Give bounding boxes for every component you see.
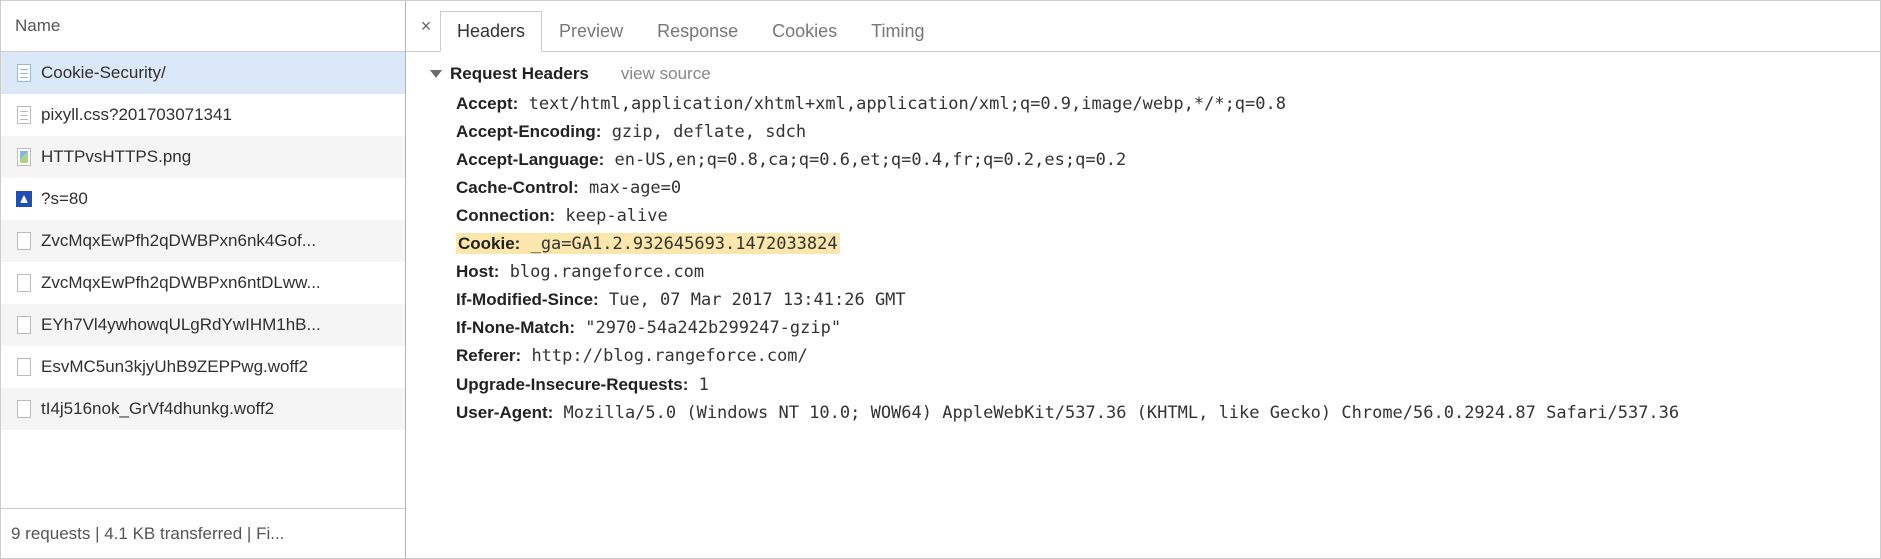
request-row[interactable]: HTTPvsHTTPS.png bbox=[1, 136, 405, 178]
header-value: "2970-54a242b299247-gzip" bbox=[575, 318, 841, 338]
tab-response[interactable]: Response bbox=[640, 11, 755, 52]
header-name: User-Agent: bbox=[456, 403, 553, 422]
header-line: User-Agent: Mozilla/5.0 (Windows NT 10.0… bbox=[456, 399, 1874, 427]
avatar-icon bbox=[15, 190, 33, 208]
header-value: Mozilla/5.0 (Windows NT 10.0; WOW64) App… bbox=[553, 403, 1679, 423]
header-line: Accept-Language: en-US,en;q=0.8,ca;q=0.6… bbox=[456, 146, 1874, 174]
header-line: Host: blog.rangeforce.com bbox=[456, 258, 1874, 286]
request-row[interactable]: EYh7Vl4ywhowqULgRdYwIHM1hB... bbox=[1, 304, 405, 346]
header-line: Cookie: _ga=GA1.2.932645693.1472033824 bbox=[456, 230, 1874, 258]
header-value: keep-alive bbox=[555, 206, 668, 226]
header-name: If-Modified-Since: bbox=[456, 290, 599, 309]
blank-icon bbox=[15, 358, 33, 376]
request-name: EYh7Vl4ywhowqULgRdYwIHM1hB... bbox=[41, 315, 321, 335]
name-column-label: Name bbox=[15, 16, 60, 36]
details-tabs: × HeadersPreviewResponseCookiesTiming bbox=[406, 1, 1880, 52]
header-name: Cookie: bbox=[458, 234, 520, 253]
requests-summary: 9 requests | 4.1 KB transferred | Fi... bbox=[11, 524, 284, 544]
section-title: Request Headers bbox=[450, 60, 589, 88]
header-value: _ga=GA1.2.932645693.1472033824 bbox=[520, 234, 837, 254]
close-glyph: × bbox=[421, 16, 432, 37]
header-value: en-US,en;q=0.8,ca;q=0.6,et;q=0.4,fr;q=0.… bbox=[604, 150, 1126, 170]
headers-list: Accept: text/html,application/xhtml+xml,… bbox=[430, 90, 1874, 427]
header-line: If-Modified-Since: Tue, 07 Mar 2017 13:4… bbox=[456, 286, 1874, 314]
request-row[interactable]: ZvcMqxEwPfh2qDWBPxn6ntDLww... bbox=[1, 262, 405, 304]
request-name: tI4j516nok_GrVf4dhunkg.woff2 bbox=[41, 399, 274, 419]
headers-pane[interactable]: Request Headers view source Accept: text… bbox=[406, 52, 1880, 558]
css-icon bbox=[15, 106, 33, 124]
request-row[interactable]: EsvMC5un3kjyUhB9ZEPPwg.woff2 bbox=[1, 346, 405, 388]
chevron-down-icon[interactable] bbox=[430, 70, 442, 78]
requests-panel: Name Cookie-Security/pixyll.css?20170307… bbox=[1, 1, 406, 558]
requests-column-header[interactable]: Name bbox=[1, 1, 405, 52]
header-value: blog.rangeforce.com bbox=[499, 262, 704, 282]
header-name: Upgrade-Insecure-Requests: bbox=[456, 375, 688, 394]
tab-timing[interactable]: Timing bbox=[854, 11, 941, 52]
request-name: HTTPvsHTTPS.png bbox=[41, 147, 191, 167]
header-value: gzip, deflate, sdch bbox=[601, 122, 806, 142]
details-panel: × HeadersPreviewResponseCookiesTiming Re… bbox=[406, 1, 1880, 558]
tab-headers[interactable]: Headers bbox=[440, 11, 542, 52]
request-name: ZvcMqxEwPfh2qDWBPxn6ntDLww... bbox=[41, 273, 321, 293]
header-line: If-None-Match: "2970-54a242b299247-gzip" bbox=[456, 314, 1874, 342]
header-line: Referer: http://blog.rangeforce.com/ bbox=[456, 342, 1874, 370]
header-name: Accept: bbox=[456, 94, 518, 113]
header-line: Accept-Encoding: gzip, deflate, sdch bbox=[456, 118, 1874, 146]
tab-preview[interactable]: Preview bbox=[542, 11, 640, 52]
view-source-link[interactable]: view source bbox=[621, 60, 711, 88]
tab-cookies[interactable]: Cookies bbox=[755, 11, 854, 52]
request-name: pixyll.css?201703071341 bbox=[41, 105, 232, 125]
header-value: max-age=0 bbox=[579, 178, 681, 198]
request-headers-section[interactable]: Request Headers view source bbox=[430, 60, 1874, 88]
header-name: Referer: bbox=[456, 346, 521, 365]
header-value: Tue, 07 Mar 2017 13:41:26 GMT bbox=[599, 290, 906, 310]
request-row[interactable]: Cookie-Security/ bbox=[1, 52, 405, 94]
header-value: http://blog.rangeforce.com/ bbox=[521, 346, 808, 366]
header-name: Host: bbox=[456, 262, 499, 281]
header-line: Connection: keep-alive bbox=[456, 202, 1874, 230]
request-row[interactable]: ?s=80 bbox=[1, 178, 405, 220]
header-name: Connection: bbox=[456, 206, 555, 225]
header-value: 1 bbox=[688, 375, 708, 395]
request-row[interactable]: pixyll.css?201703071341 bbox=[1, 94, 405, 136]
header-name: Accept-Language: bbox=[456, 150, 604, 169]
blank-icon bbox=[15, 400, 33, 418]
header-value: text/html,application/xhtml+xml,applicat… bbox=[518, 94, 1286, 114]
request-name: EsvMC5un3kjyUhB9ZEPPwg.woff2 bbox=[41, 357, 308, 377]
request-row[interactable]: tI4j516nok_GrVf4dhunkg.woff2 bbox=[1, 388, 405, 430]
header-line: Cache-Control: max-age=0 bbox=[456, 174, 1874, 202]
doc-icon bbox=[15, 64, 33, 82]
img-icon bbox=[15, 148, 33, 166]
header-name: If-None-Match: bbox=[456, 318, 575, 337]
blank-icon bbox=[15, 232, 33, 250]
blank-icon bbox=[15, 316, 33, 334]
requests-list: Cookie-Security/pixyll.css?201703071341 H… bbox=[1, 52, 405, 508]
request-name: Cookie-Security/ bbox=[41, 63, 166, 83]
requests-footer: 9 requests | 4.1 KB transferred | Fi... bbox=[1, 508, 405, 558]
header-line: Accept: text/html,application/xhtml+xml,… bbox=[456, 90, 1874, 118]
request-row[interactable]: ZvcMqxEwPfh2qDWBPxn6nk4Gof... bbox=[1, 220, 405, 262]
header-name: Accept-Encoding: bbox=[456, 122, 601, 141]
close-icon[interactable]: × bbox=[412, 1, 440, 51]
header-line: Upgrade-Insecure-Requests: 1 bbox=[456, 371, 1874, 399]
blank-icon bbox=[15, 274, 33, 292]
request-name: ZvcMqxEwPfh2qDWBPxn6nk4Gof... bbox=[41, 231, 316, 251]
request-name: ?s=80 bbox=[41, 189, 88, 209]
header-name: Cache-Control: bbox=[456, 178, 579, 197]
